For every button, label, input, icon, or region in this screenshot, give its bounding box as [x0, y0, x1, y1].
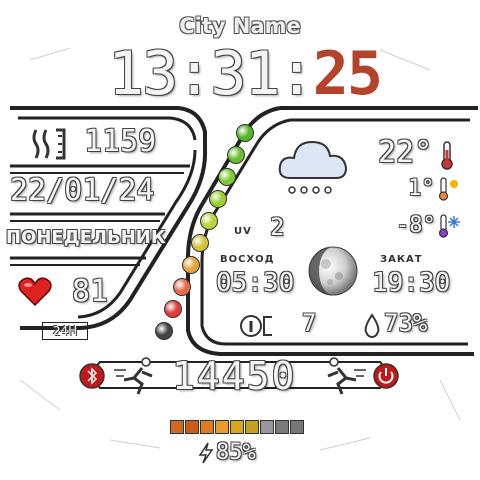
watch-face: City Name 13:31:25 1159 22/01/24 ПОНЕДЕЛ…: [0, 0, 480, 480]
sunset-label: ЗАКАТ: [380, 254, 423, 265]
thermometer-sun-icon: [438, 177, 458, 201]
time-format-badge[interactable]: 24H: [42, 322, 88, 340]
sunrise-label: ВОСХОД: [220, 254, 275, 265]
progress-dot: [173, 278, 191, 296]
battery-segment: [185, 420, 199, 434]
sunset-time: 19:30: [372, 268, 451, 298]
sunrise-time: 05:30: [216, 268, 295, 298]
lightning-icon: [198, 442, 214, 464]
temperature-current: 22°: [378, 135, 433, 170]
temperature-max: 1°: [408, 176, 435, 201]
progress-dot: [236, 124, 254, 142]
time-separator: :: [278, 39, 315, 109]
battery-segment: [275, 420, 289, 434]
moon-icon: [308, 246, 358, 296]
date: 22/01/24: [10, 173, 155, 208]
progress-dot: [155, 322, 173, 340]
uv-label: UV: [234, 226, 252, 237]
runner-icon: [114, 357, 153, 395]
battery-segment: [170, 420, 184, 434]
progress-dot: [182, 256, 200, 274]
power-icon[interactable]: [372, 362, 400, 390]
battery-segment: [200, 420, 214, 434]
bottom-steps: 14450: [172, 354, 297, 398]
city-name: City Name: [179, 14, 301, 38]
weekday: ПОНЕДЕЛЬНИК: [6, 227, 166, 248]
battery-percent: 85%: [216, 440, 256, 465]
progress-dot: [164, 300, 182, 318]
thermometer-snow-icon: [438, 214, 460, 238]
heart-rate: 81: [72, 274, 109, 309]
cloud-snow-icon: [278, 140, 348, 194]
time-separator: :: [176, 39, 212, 109]
battery-segment: [290, 420, 304, 434]
heart-icon: [18, 277, 52, 307]
steps-icon: [32, 128, 66, 160]
progress-dot: [200, 212, 218, 230]
thermometer-icon: [441, 141, 453, 170]
battery-segment: [215, 420, 229, 434]
drop-icon: [364, 313, 380, 339]
progress-dot: [218, 168, 236, 186]
progress-dot: [191, 234, 209, 252]
battery-segment: [260, 420, 274, 434]
progress-dot: [209, 190, 227, 208]
battery-segment: [245, 420, 259, 434]
humidity-value: 73%: [384, 309, 428, 337]
uv-value: 2: [270, 213, 285, 241]
notification-icon: [240, 315, 272, 337]
time-seconds: 25: [312, 39, 383, 109]
time-hours: 13: [108, 39, 178, 109]
runner-icon: [327, 357, 366, 395]
progress-dot: [227, 146, 245, 164]
bluetooth-icon[interactable]: [78, 362, 106, 390]
temperature-min: -8°: [396, 213, 436, 238]
notification-count: 7: [302, 309, 317, 337]
steps-count: 1159: [84, 124, 157, 159]
time-minutes: 31: [210, 39, 280, 109]
time-display: 13:31:25: [108, 39, 383, 109]
battery-segment: [230, 420, 244, 434]
